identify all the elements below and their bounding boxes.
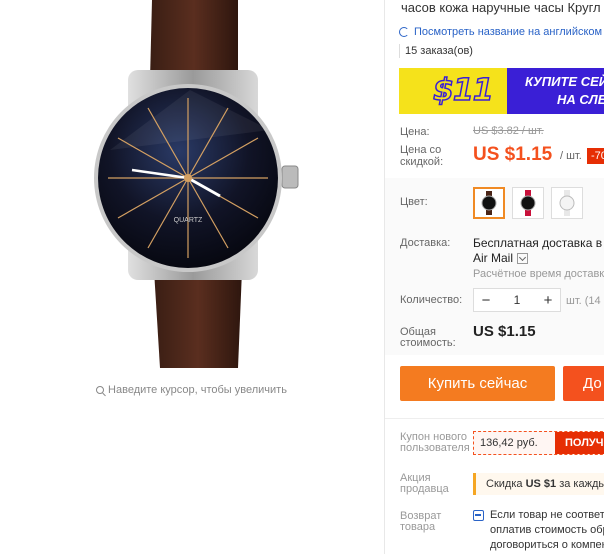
add-to-cart-button[interactable]: До [563, 366, 604, 401]
discount-price: US $1.15 [473, 144, 553, 165]
divider-bottom [385, 418, 604, 419]
price-label: Цена: [400, 126, 430, 138]
return-policy-line2: оплатив стоимость обр [490, 524, 604, 536]
watch-thumb-icon [559, 190, 575, 216]
return-policy-icon [473, 510, 484, 521]
quantity-plus-button[interactable]: + [536, 292, 560, 309]
return-policy-line1: Если товар не соответс [490, 509, 604, 521]
return-policy-text: Если товар не соответс оплатив стоимость… [490, 508, 604, 553]
quantity-minus-button[interactable]: − [474, 292, 498, 309]
quantity-available: шт. (14 с [566, 295, 604, 307]
promo-banner[interactable]: $11 КУПИТЕ СЕЙЧ НА СЛЕ [399, 68, 604, 114]
banner-text-line2: НА СЛЕ [557, 92, 604, 107]
coupon-label-2: пользователя [400, 442, 470, 454]
product-image[interactable]: QUARTZ [70, 0, 310, 370]
watch-brand-text: QUARTZ [174, 217, 203, 224]
coupon-value: 136,42 руб. [480, 437, 538, 449]
seller-promo-suffix: за кажды [556, 478, 604, 490]
translate-link[interactable]: Посмотреть название на английском [399, 26, 602, 38]
magnifier-icon [96, 386, 105, 394]
color-label: Цвет: [400, 196, 428, 208]
color-swatch-black-red[interactable] [512, 187, 544, 219]
quantity-label: Количество: [400, 294, 463, 306]
chevron-down-icon[interactable] [517, 252, 529, 264]
orders-separator [399, 44, 400, 58]
returns-label-2: товара [400, 521, 436, 533]
shipping-estimate: Расчётное время доставки [473, 268, 604, 280]
discount-badge: -70 [587, 148, 604, 164]
zoom-hint-text: Наведите курсор, чтобы увеличить [108, 384, 287, 396]
old-price: US $3.82 / шт. [473, 125, 544, 137]
shipping-label: Доставка: [400, 237, 451, 249]
get-coupon-button[interactable]: ПОЛУЧ [555, 432, 604, 454]
color-swatch-white[interactable] [551, 187, 583, 219]
zoom-hint: Наведите курсор, чтобы увеличить [0, 384, 383, 396]
color-swatch-black-brown[interactable] [473, 187, 505, 219]
seller-promo: Скидка US $1 за кажды [473, 473, 604, 495]
quantity-input[interactable]: 1 [498, 293, 536, 307]
total-price: US $1.15 [473, 323, 536, 340]
product-image-panel[interactable]: QUARTZ Наведите курсор, чтобы увеличить [0, 0, 383, 554]
translate-icon [399, 27, 409, 37]
return-policy-line3: договориться о компен [490, 539, 604, 551]
watch-thumb-icon [520, 190, 536, 216]
banner-text-line1: КУПИТЕ СЕЙЧ [525, 74, 604, 89]
shipping-method-select[interactable]: Air Mail [473, 251, 529, 265]
watch-thumb-icon [481, 191, 497, 215]
shipping-carrier: Air Mail [473, 251, 514, 265]
seller-promo-label-2: продавца [400, 483, 449, 495]
discount-price-label-1: Цена со [400, 144, 442, 156]
quantity-stepper[interactable]: − 1 + [473, 288, 561, 312]
total-label-2: стоимость: [400, 337, 456, 349]
new-user-coupon: 136,42 руб. ПОЛУЧ [473, 431, 604, 455]
discount-price-label-2: скидкой: [400, 156, 444, 168]
product-info-panel: часов кожа наручные часы Кругл Посмотрет… [385, 0, 604, 554]
seller-promo-amount: US $1 [525, 478, 557, 490]
translate-link-text[interactable]: Посмотреть название на английском [414, 26, 602, 38]
shipping-method: Бесплатная доставка в R [473, 236, 604, 250]
seller-promo-prefix: Скидка [486, 478, 526, 490]
product-title: часов кожа наручные часы Кругл [401, 0, 601, 15]
buy-now-button[interactable]: Купить сейчас [400, 366, 555, 401]
banner-amount: $11 [432, 72, 494, 109]
orders-count: 15 заказа(ов) [405, 45, 473, 57]
per-unit: / шт. [560, 150, 582, 162]
